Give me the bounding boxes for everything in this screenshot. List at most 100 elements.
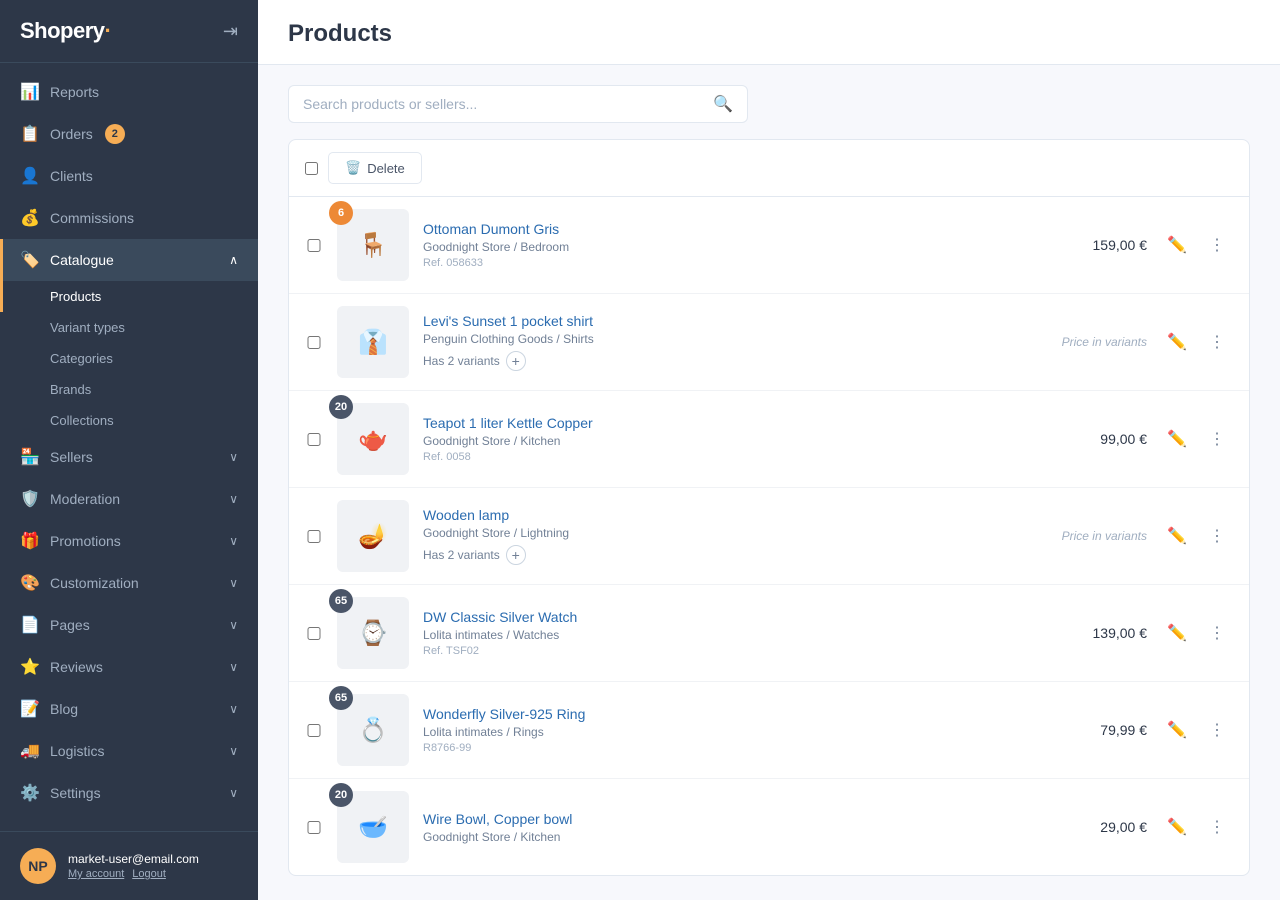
trash-icon: 🗑️ — [345, 160, 361, 176]
user-links: My account Logout — [68, 868, 199, 880]
sidebar-item-logistics[interactable]: 🚚 Logistics ∨ — [0, 730, 258, 772]
sellers-icon: 🏪 — [20, 447, 38, 467]
product-checkbox[interactable] — [305, 821, 323, 834]
table-row: 20 🥣 Wire Bowl, Copper bowl Goodnight St… — [289, 779, 1249, 875]
submenu-label: Collections — [50, 413, 114, 428]
sidebar-item-label: Clients — [50, 168, 93, 184]
orders-badge: 2 — [105, 124, 125, 144]
product-info: Wire Bowl, Copper bowl Goodnight Store /… — [423, 811, 1003, 844]
add-variant-button[interactable]: + — [506, 351, 526, 371]
main-body: 🔍 🗑️ Delete 6 🪑 Ottoman Dumont Gris Good… — [258, 65, 1280, 900]
edit-button[interactable]: ✏️ — [1161, 229, 1193, 261]
moderation-icon: 🛡️ — [20, 489, 38, 509]
edit-button[interactable]: ✏️ — [1161, 617, 1193, 649]
product-name[interactable]: DW Classic Silver Watch — [423, 609, 577, 625]
sidebar: Shopery· ⇥ 📊 Reports 📋 Orders 2 👤 Client… — [0, 0, 258, 900]
product-meta: Goodnight Store / Kitchen — [423, 434, 1003, 448]
product-actions: ✏️ ⋮ — [1161, 423, 1233, 455]
table-row: 20 🫖 Teapot 1 liter Kettle Copper Goodni… — [289, 391, 1249, 488]
expand-icon[interactable]: ⇥ — [223, 21, 238, 42]
product-name[interactable]: Wire Bowl, Copper bowl — [423, 811, 572, 827]
product-name[interactable]: Ottoman Dumont Gris — [423, 221, 559, 237]
sidebar-item-products[interactable]: Products — [0, 281, 258, 312]
sidebar-item-sellers[interactable]: 🏪 Sellers ∨ — [0, 436, 258, 478]
settings-icon: ⚙️ — [20, 783, 38, 803]
product-name[interactable]: Teapot 1 liter Kettle Copper — [423, 415, 593, 431]
sidebar-item-brands[interactable]: Brands — [0, 374, 258, 405]
product-checkbox[interactable] — [305, 627, 323, 640]
sidebar-item-promotions[interactable]: 🎁 Promotions ∨ — [0, 520, 258, 562]
sidebar-item-categories[interactable]: Categories — [0, 343, 258, 374]
more-button[interactable]: ⋮ — [1201, 617, 1233, 649]
more-button[interactable]: ⋮ — [1201, 229, 1233, 261]
submenu-label: Products — [50, 289, 101, 304]
sidebar-item-orders[interactable]: 📋 Orders 2 — [0, 113, 258, 155]
more-button[interactable]: ⋮ — [1201, 326, 1233, 358]
commissions-icon: 💰 — [20, 208, 38, 228]
submenu-label: Brands — [50, 382, 91, 397]
edit-button[interactable]: ✏️ — [1161, 811, 1193, 843]
more-button[interactable]: ⋮ — [1201, 811, 1233, 843]
sidebar-item-clients[interactable]: 👤 Clients — [0, 155, 258, 197]
product-image-wrap: 65 💍 — [337, 694, 409, 766]
product-checkbox[interactable] — [305, 239, 323, 252]
product-actions: ✏️ ⋮ — [1161, 326, 1233, 358]
logout-link[interactable]: Logout — [132, 868, 166, 880]
sidebar-item-reviews[interactable]: ⭐ Reviews ∨ — [0, 646, 258, 688]
select-all-checkbox[interactable] — [305, 162, 318, 175]
sidebar-item-label: Reports — [50, 84, 99, 100]
edit-button[interactable]: ✏️ — [1161, 326, 1193, 358]
more-button[interactable]: ⋮ — [1201, 714, 1233, 746]
moderation-chevron: ∨ — [229, 492, 238, 506]
more-button[interactable]: ⋮ — [1201, 520, 1233, 552]
user-email: market-user@email.com — [68, 852, 199, 866]
product-variants: Has 2 variants + — [423, 545, 1003, 565]
sidebar-item-customization[interactable]: 🎨 Customization ∨ — [0, 562, 258, 604]
product-actions: ✏️ ⋮ — [1161, 811, 1233, 843]
product-name[interactable]: Wooden lamp — [423, 507, 509, 523]
sidebar-nav: 📊 Reports 📋 Orders 2 👤 Clients 💰 Commiss… — [0, 63, 258, 831]
product-list: 6 🪑 Ottoman Dumont Gris Goodnight Store … — [289, 197, 1249, 875]
sidebar-item-collections[interactable]: Collections — [0, 405, 258, 436]
product-checkbox[interactable] — [305, 530, 323, 543]
product-image: 🪔 — [337, 500, 409, 572]
product-meta: Lolita intimates / Watches — [423, 628, 1003, 642]
edit-button[interactable]: ✏️ — [1161, 714, 1193, 746]
product-actions: ✏️ ⋮ — [1161, 617, 1233, 649]
search-input[interactable] — [303, 96, 705, 112]
product-name[interactable]: Levi's Sunset 1 pocket shirt — [423, 313, 593, 329]
submenu-label: Categories — [50, 351, 113, 366]
my-account-link[interactable]: My account — [68, 868, 124, 880]
reviews-chevron: ∨ — [229, 660, 238, 674]
add-variant-button[interactable]: + — [506, 545, 526, 565]
sidebar-item-pages[interactable]: 📄 Pages ∨ — [0, 604, 258, 646]
sidebar-item-variant-types[interactable]: Variant types — [0, 312, 258, 343]
product-ref: Ref. TSF02 — [423, 645, 1003, 657]
sidebar-item-reports[interactable]: 📊 Reports — [0, 71, 258, 113]
product-info: DW Classic Silver Watch Lolita intimates… — [423, 609, 1003, 657]
edit-button[interactable]: ✏️ — [1161, 520, 1193, 552]
search-bar: 🔍 — [288, 85, 748, 123]
more-button[interactable]: ⋮ — [1201, 423, 1233, 455]
reviews-icon: ⭐ — [20, 657, 38, 677]
product-checkbox[interactable] — [305, 336, 323, 349]
table-row: 6 🪑 Ottoman Dumont Gris Goodnight Store … — [289, 197, 1249, 294]
avatar: NP — [20, 848, 56, 884]
sidebar-item-blog[interactable]: 📝 Blog ∨ — [0, 688, 258, 730]
product-checkbox[interactable] — [305, 724, 323, 737]
sidebar-item-label: Customization — [50, 575, 139, 591]
edit-button[interactable]: ✏️ — [1161, 423, 1193, 455]
delete-button[interactable]: 🗑️ Delete — [328, 152, 422, 184]
product-checkbox[interactable] — [305, 433, 323, 446]
sidebar-item-catalogue[interactable]: 🏷️ Catalogue ∧ — [0, 239, 258, 281]
product-image: 👔 — [337, 306, 409, 378]
sidebar-item-moderation[interactable]: 🛡️ Moderation ∨ — [0, 478, 258, 520]
product-meta: Goodnight Store / Kitchen — [423, 830, 1003, 844]
sidebar-item-settings[interactable]: ⚙️ Settings ∨ — [0, 772, 258, 814]
sidebar-item-commissions[interactable]: 💰 Commissions — [0, 197, 258, 239]
search-icon: 🔍 — [713, 94, 733, 114]
product-image-wrap: 65 ⌚ — [337, 597, 409, 669]
product-price: 139,00 € — [1017, 625, 1147, 641]
product-price: 99,00 € — [1017, 431, 1147, 447]
product-name[interactable]: Wonderfly Silver-925 Ring — [423, 706, 585, 722]
